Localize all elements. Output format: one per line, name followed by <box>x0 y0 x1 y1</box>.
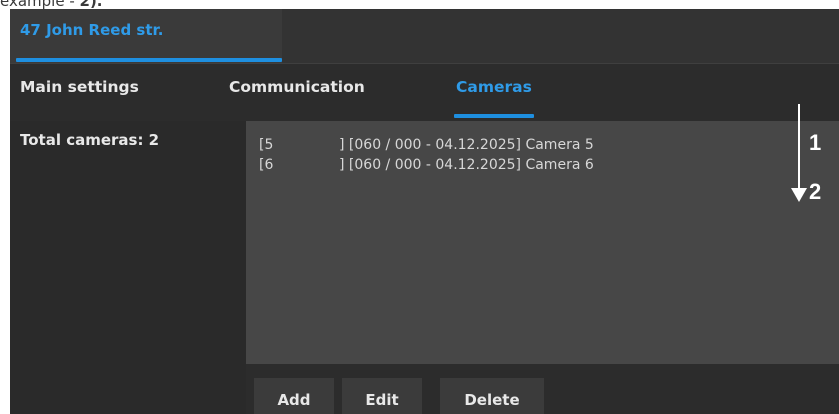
tab-main-settings-label: Main settings <box>20 78 139 96</box>
order-arrow-line <box>798 104 800 192</box>
tab-communication[interactable]: Communication <box>229 78 365 118</box>
caption-text: example - 2). <box>0 0 103 10</box>
title-bar: 47 John Reed str. <box>10 9 839 63</box>
action-bar: Add Edit Delete <box>246 364 839 414</box>
order-marker-2: 2 <box>809 179 822 204</box>
add-button[interactable]: Add <box>254 378 334 414</box>
camera-id: [6 <box>259 157 274 173</box>
arrow-down-icon <box>791 188 807 202</box>
settings-window: 47 John Reed str. Main settings Communic… <box>10 9 839 414</box>
delete-button[interactable]: Delete <box>440 378 544 414</box>
camera-info: ] [060 / 000 - 04.12.2025] Camera 5 <box>339 137 594 153</box>
tab-cameras[interactable]: Cameras <box>454 78 534 118</box>
order-marker-1: 1 <box>809 130 822 155</box>
active-tab-indicator <box>454 114 534 118</box>
tab-main-settings[interactable]: Main settings <box>20 78 139 118</box>
camera-info: ] [060 / 000 - 04.12.2025] Camera 6 <box>339 157 594 173</box>
total-cameras-label: Total cameras: 2 <box>20 131 160 149</box>
summary-panel: Total cameras: 2 <box>10 121 246 414</box>
tab-cameras-label: Cameras <box>456 78 532 96</box>
edit-button[interactable]: Edit <box>342 378 422 414</box>
object-title: 47 John Reed str. <box>20 21 164 39</box>
tab-bar: Main settings Communication Cameras <box>10 63 839 121</box>
camera-id: [5 <box>259 137 274 153</box>
object-tab[interactable]: 47 John Reed str. <box>10 9 282 63</box>
object-tab-indicator <box>16 58 282 62</box>
tab-communication-label: Communication <box>229 78 365 96</box>
camera-list[interactable]: [5 ] [060 / 000 - 04.12.2025] Camera 5 [… <box>246 121 839 364</box>
